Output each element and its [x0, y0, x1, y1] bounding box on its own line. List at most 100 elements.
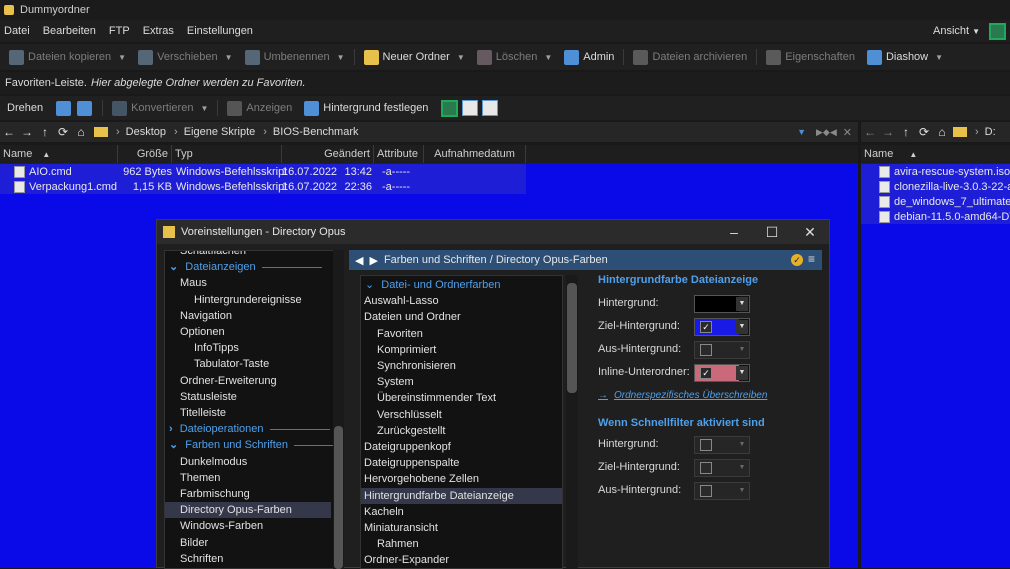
color-item[interactable]: Ordner-Expander — [361, 552, 562, 568]
color-picker[interactable]: ▼ — [694, 436, 750, 454]
archive-button[interactable]: Dateien archivieren — [630, 46, 750, 68]
color-item[interactable]: Übereinstimmender Text — [361, 390, 562, 406]
rotate-left-icon[interactable] — [56, 100, 72, 116]
tree-item[interactable]: Navigation — [165, 308, 331, 324]
pane-nav-icon[interactable]: ▶◆◀ — [816, 127, 837, 138]
rotate-right-icon[interactable] — [77, 100, 93, 116]
forward-icon[interactable]: ▶ — [369, 254, 377, 267]
refresh-icon[interactable]: ⟳ — [54, 125, 72, 139]
breadcrumb-scripts[interactable]: Eigene Skripte — [174, 126, 256, 138]
back-icon[interactable]: ◀ — [355, 254, 363, 267]
refresh-icon[interactable]: ⟳ — [915, 125, 933, 139]
file-row[interactable]: AIO.cmd 962 Bytes Windows-Befehlsskript … — [0, 164, 526, 179]
tree-item[interactable]: Schriften — [165, 551, 331, 567]
col-attributes[interactable]: Attribute — [374, 145, 424, 163]
back-icon[interactable]: ← — [0, 125, 18, 139]
file-row[interactable]: debian-11.5.0-amd64-DVD- — [861, 209, 1010, 224]
new-folder-button[interactable]: Neuer Ordner ▼ — [361, 46, 468, 68]
col-size[interactable]: Größe — [118, 145, 172, 163]
chevron-down-icon[interactable]: ▼ — [736, 366, 748, 380]
slideshow-button[interactable]: Diashow ▼ — [864, 46, 946, 68]
tree-scrollbar[interactable] — [333, 250, 344, 569]
tree-item[interactable]: Schaltflächen — [165, 251, 331, 259]
expand-open-icon[interactable]: ⌄ — [169, 439, 181, 451]
color-picker[interactable]: ▼ — [694, 459, 750, 477]
col-name[interactable]: Name ▲ — [0, 145, 118, 163]
file-row[interactable]: de_windows_7_ultimate_wit — [861, 194, 1010, 209]
menu-datei[interactable]: Datei — [4, 25, 30, 37]
chevron-down-icon[interactable]: ▼ — [736, 461, 748, 475]
expand-closed-icon[interactable]: › — [169, 423, 176, 435]
col-capture-date[interactable]: Aufnahmedatum — [424, 145, 526, 163]
chevron-down-icon[interactable]: ▼ — [736, 343, 748, 357]
home-icon[interactable]: ⌂ — [72, 125, 90, 139]
override-link[interactable]: → Ordnerspezifisches Überschreiben — [598, 390, 767, 401]
admin-button[interactable]: Admin — [561, 46, 617, 68]
layout-dual-icon[interactable] — [462, 100, 479, 116]
home-icon[interactable]: ⌂ — [933, 125, 951, 139]
move-button[interactable]: Verschieben ▼ — [135, 46, 235, 68]
right-file-pane[interactable]: avira-rescue-system.iso clonezilla-live-… — [861, 163, 1010, 568]
layout-tiles-icon[interactable] — [482, 100, 499, 116]
chevron-down-icon[interactable]: ▼ — [736, 484, 748, 498]
menu-ftp[interactable]: FTP — [109, 25, 130, 37]
tree-item[interactable]: Directory Opus-Farben — [165, 502, 331, 519]
check-badge-icon[interactable]: ✓ — [791, 254, 803, 266]
minimize-icon[interactable]: – — [715, 224, 753, 241]
chevron-down-icon[interactable]: ▼ — [736, 297, 748, 311]
scrollbar-thumb[interactable] — [567, 283, 577, 393]
rotate-button[interactable]: Drehen — [4, 97, 46, 119]
show-button[interactable]: Anzeigen — [224, 97, 295, 119]
color-item[interactable]: Hervorgehobene Zellen — [361, 471, 562, 487]
color-item[interactable]: Auswahl-Lasso — [361, 293, 562, 309]
color-picker[interactable]: ✓ ▼ — [694, 364, 750, 382]
menu-einstellungen[interactable]: Einstellungen — [187, 25, 253, 37]
checkbox-icon[interactable] — [700, 439, 712, 451]
scrollbar-thumb[interactable] — [334, 426, 343, 569]
tree-item[interactable]: ⌄ Farben und Schriften — [165, 437, 336, 453]
color-item[interactable]: Dateigruppenkopf — [361, 439, 562, 455]
menu-extras[interactable]: Extras — [143, 25, 174, 37]
forward-icon[interactable]: → — [879, 125, 897, 139]
expand-open-icon[interactable]: ⌄ — [169, 261, 181, 273]
color-picker[interactable]: ▼ — [694, 341, 750, 359]
forward-icon[interactable]: → — [18, 125, 36, 139]
color-item[interactable]: Hintergrundfarbe Dateianzeige — [361, 487, 562, 504]
color-item[interactable]: System — [361, 374, 562, 390]
col-name[interactable]: Name ▲ — [861, 145, 1010, 163]
menu-icon[interactable]: ≡ — [808, 252, 815, 266]
tree-item[interactable]: Dunkelmodus — [165, 454, 331, 470]
convert-button[interactable]: Konvertieren ▼ — [109, 97, 211, 119]
tree-item[interactable]: › Dateioperationen — [165, 421, 331, 437]
list-scrollbar[interactable] — [566, 275, 578, 569]
up-icon[interactable]: ↑ — [897, 125, 915, 139]
tree-item[interactable]: Bilder — [165, 535, 331, 551]
tree-item[interactable]: Windows-Farben — [165, 518, 331, 534]
delete-button[interactable]: Löschen ▼ — [474, 46, 556, 68]
maximize-icon[interactable]: ☐ — [753, 224, 791, 241]
checkbox-icon[interactable] — [700, 344, 712, 356]
file-row[interactable]: Verpackung1.cmd 1,15 KB Windows-Befehlss… — [0, 179, 526, 194]
col-modified[interactable]: Geändert — [282, 145, 374, 163]
expand-open-icon[interactable]: ⌄ — [365, 279, 377, 291]
color-item[interactable]: Komprimiert — [361, 342, 562, 358]
menu-bearbeiten[interactable]: Bearbeiten — [43, 25, 96, 37]
color-item[interactable]: ⌄ Datei- und Ordnerfarben — [361, 277, 562, 293]
color-item[interactable]: Dateien und Ordner — [361, 309, 562, 325]
close-icon[interactable]: ✕ — [843, 126, 852, 139]
tree-item[interactable]: InfoTipps — [165, 340, 331, 356]
checkbox-checked-icon[interactable]: ✓ — [700, 321, 712, 333]
color-picker[interactable]: ✓ ▼ — [694, 318, 750, 336]
file-row[interactable]: clonezilla-live-3.0.3-22-amd — [861, 179, 1010, 194]
copy-button[interactable]: Dateien kopieren ▼ — [6, 46, 129, 68]
rename-button[interactable]: Umbenennen ▼ — [242, 46, 348, 68]
tree-item[interactable]: Farbmischung — [165, 486, 331, 502]
history-dropdown-icon[interactable]: ▼ — [797, 127, 806, 137]
color-item[interactable]: Favoriten — [361, 326, 562, 342]
color-item[interactable]: Dateigruppenspalte — [361, 455, 562, 471]
tree-item[interactable]: Hintergrundereignisse — [165, 292, 331, 308]
chevron-down-icon[interactable]: ▼ — [736, 320, 748, 334]
tree-item[interactable]: Maus — [165, 275, 331, 291]
checkbox-icon[interactable] — [700, 485, 712, 497]
color-picker[interactable]: ▼ — [694, 295, 750, 313]
